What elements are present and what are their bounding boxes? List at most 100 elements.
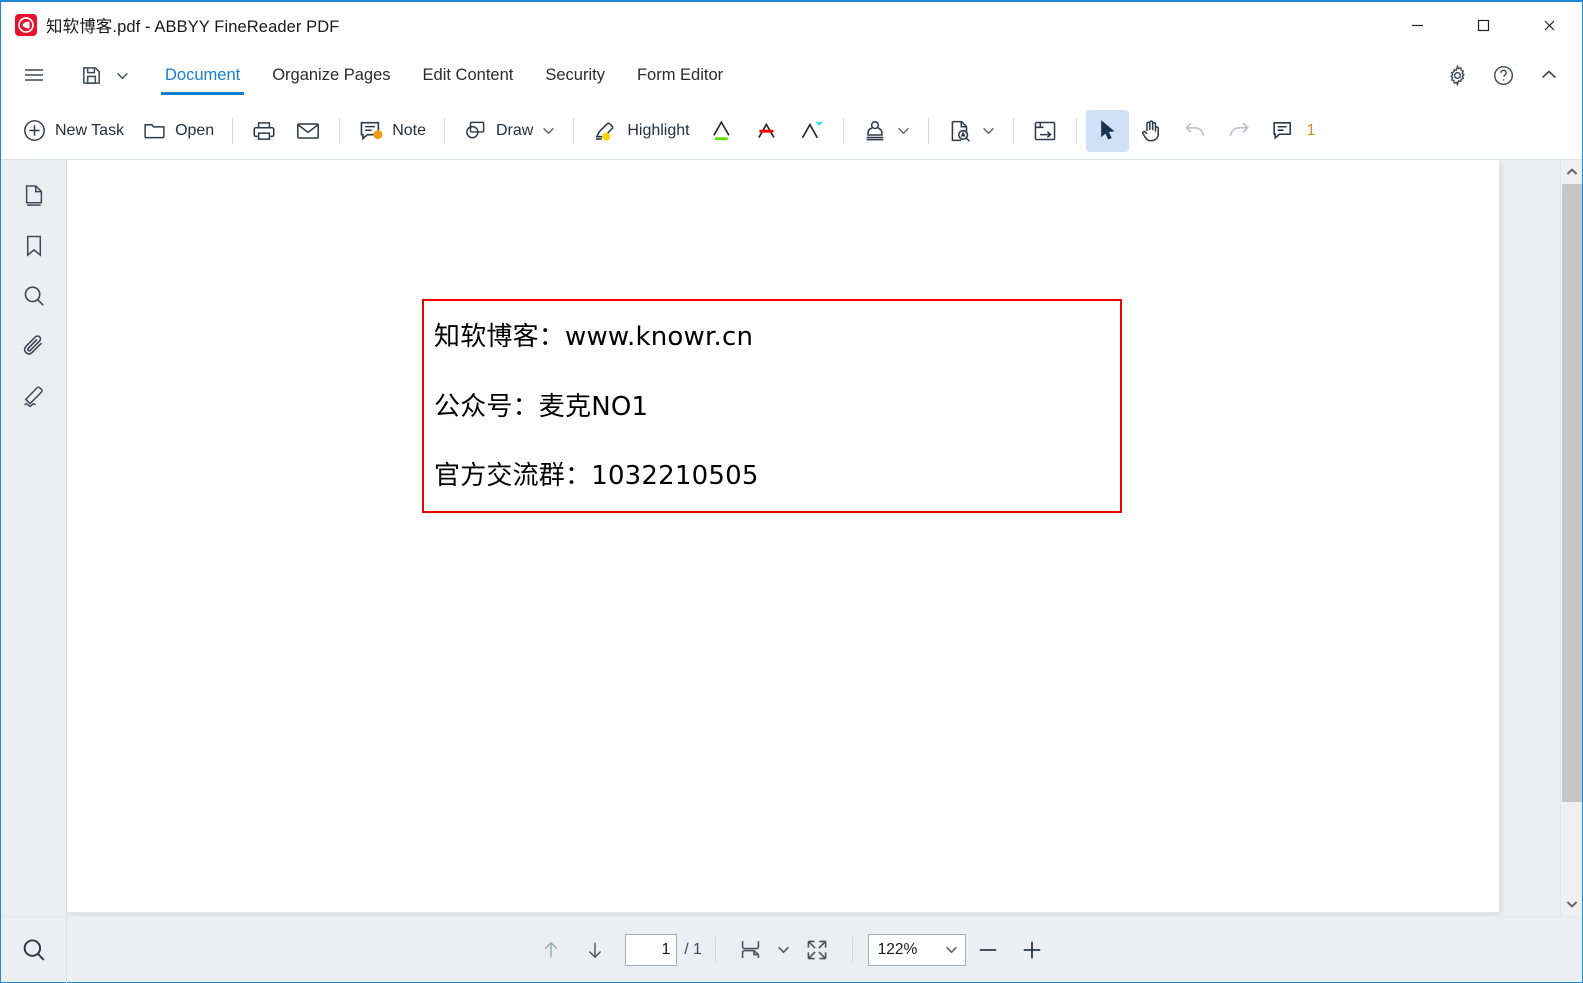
toolbar-separator [1075,117,1077,144]
application-window: 知软博客.pdf - ABBYY FineReader PDF Document… [0,0,1583,983]
toolbar-separator [1012,117,1014,144]
comment-count: 1 [1306,121,1316,139]
window-title: 知软博客.pdf - ABBYY FineReader PDF [46,18,340,36]
tab-organize-pages[interactable]: Organize Pages [256,48,406,102]
hamburger-menu-icon[interactable] [11,52,57,98]
open-button[interactable]: Open [133,110,223,152]
workspace: 知软博客：www.knowr.cn 公众号：麦克NO1 官方交流群：103221… [1,160,1582,916]
toolbar-separator [842,117,844,144]
sidebar-item-signatures[interactable] [11,374,57,418]
scrollbar-track[interactable] [1561,184,1583,892]
tab-document[interactable]: Document [149,48,256,102]
toolbar-separator [573,117,575,144]
close-button[interactable] [1516,2,1582,48]
note-comment-icon [358,118,384,144]
status-search-icon[interactable] [1,916,67,983]
toolbar-separator [444,117,445,144]
insert-text-icon [798,117,825,144]
rectangle-annotation[interactable]: 知软博客：www.knowr.cn 公众号：麦克NO1 官方交流群：103221… [422,299,1122,513]
page-layout-button[interactable] [729,930,773,970]
maximize-button[interactable] [1450,2,1516,48]
next-page-button[interactable] [573,930,617,970]
highlighter-icon [592,117,619,144]
undo-button[interactable] [1173,110,1217,152]
folder-icon [142,118,167,143]
status-center-controls: 1 / 1 122% [1,917,1582,983]
toolbar-separator [339,117,341,144]
strikethrough-text-icon [753,117,780,144]
tab-label: Form Editor [636,65,724,84]
scrollbar-thumb[interactable] [1561,184,1582,802]
open-label: Open [175,121,215,139]
select-tool-button[interactable] [1085,109,1129,152]
stamp-chevron-down-icon[interactable] [897,124,910,137]
sidebar-item-pages[interactable] [11,174,57,218]
cursor-arrow-icon [1095,118,1120,143]
zoom-level-select[interactable]: 122% [867,933,966,966]
main-toolbar: New Task Open Note Draw Highlight 1 [1,102,1582,160]
status-separator [851,936,853,963]
gear-icon[interactable] [1434,52,1480,98]
scroll-down-chevron-down-icon[interactable] [1561,892,1583,916]
tab-label: Edit Content [422,65,514,84]
tab-edit-content[interactable]: Edit Content [407,48,530,102]
ocr-document-icon [947,118,973,144]
toolbar-separator [232,117,234,144]
minimize-button[interactable] [1384,2,1450,48]
insert-text-button[interactable] [789,110,834,152]
scroll-up-chevron-up-icon[interactable] [1561,160,1583,184]
stamp-button[interactable] [853,110,919,152]
hand-tool-button[interactable] [1129,110,1173,152]
draw-button[interactable]: Draw [454,110,564,152]
status-separator [714,936,716,963]
comments-panel-icon [1270,118,1295,143]
title-bar: 知软博客.pdf - ABBYY FineReader PDF [1,2,1582,48]
comments-panel-button[interactable]: 1 [1261,110,1325,152]
document-line-1: 知软博客：www.knowr.cn [434,322,754,352]
previous-page-button[interactable] [529,930,573,970]
vertical-scrollbar[interactable] [1560,160,1582,916]
plus-circle-icon [22,118,47,143]
zoom-in-button[interactable] [1010,930,1054,970]
status-bar: 1 / 1 122% [1,916,1582,983]
convert-export-icon [1032,118,1058,144]
ocr-chevron-down-icon[interactable] [982,124,995,137]
document-view[interactable]: 知软博客：www.knowr.cn 公众号：麦克NO1 官方交流群：103221… [67,160,1560,916]
new-task-label: New Task [55,121,125,139]
page-number-value: 1 [661,940,671,958]
hand-pan-icon [1138,118,1164,144]
draw-chevron-down-icon[interactable] [542,124,555,137]
save-icon[interactable] [71,52,111,98]
collapse-ribbon-chevron-up-icon[interactable] [1526,52,1572,98]
page-number-input[interactable]: 1 [625,933,678,966]
underline-text-icon [708,117,735,144]
redo-button[interactable] [1217,110,1261,152]
zoom-out-button[interactable] [966,930,1010,970]
note-button[interactable]: Note [349,110,435,152]
convert-button[interactable] [1023,110,1067,152]
fit-page-button[interactable] [795,930,839,970]
tab-form-editor[interactable]: Form Editor [621,48,739,102]
save-options-chevron-down-icon[interactable] [111,52,133,98]
zoom-chevron-down-icon[interactable] [945,943,958,956]
sidebar-item-search[interactable] [11,274,57,318]
question-circle-icon[interactable] [1480,52,1526,98]
underline-text-button[interactable] [699,110,744,152]
print-button[interactable] [242,110,286,152]
undo-icon [1182,118,1208,144]
sidebar-item-bookmarks[interactable] [11,224,57,268]
strikethrough-text-button[interactable] [744,110,789,152]
new-task-button[interactable]: New Task [13,110,133,152]
highlight-button[interactable]: Highlight [583,110,698,152]
pdf-page[interactable]: 知软博客：www.knowr.cn 公众号：麦克NO1 官方交流群：103221… [67,160,1499,912]
email-button[interactable] [286,110,330,152]
sidebar-item-attachments[interactable] [11,324,57,368]
tab-label: Document [165,65,241,84]
ocr-button[interactable] [938,110,1004,152]
stamp-icon [862,118,888,144]
left-sidebar [1,160,67,916]
tab-security[interactable]: Security [529,48,621,102]
document-line-3: 官方交流群：1032210505 [434,461,759,491]
tab-label: Security [545,65,605,84]
page-layout-chevron-down-icon[interactable] [773,930,795,970]
